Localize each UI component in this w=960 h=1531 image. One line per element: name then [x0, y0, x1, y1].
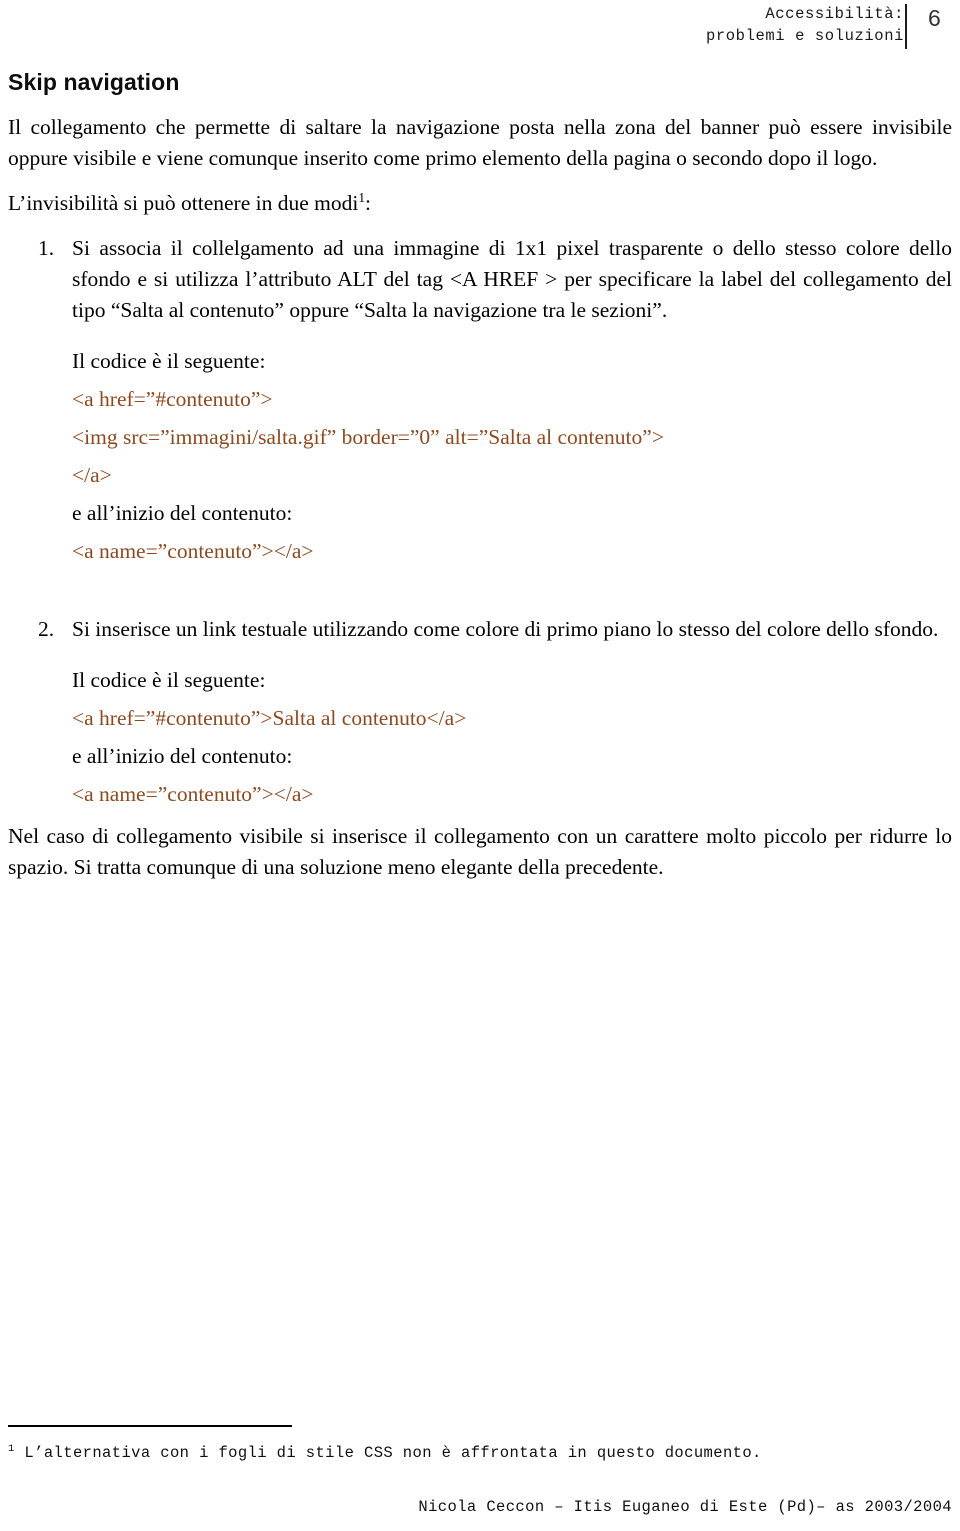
- code-line: <img src=”immagini/salta.gif” border=”0”…: [72, 425, 664, 449]
- anchor-intro-label: e all’inizio del contenuto:: [72, 744, 293, 768]
- anchor-code-line: <a name=”contenuto”></a>: [72, 782, 314, 806]
- footer-credit: Nicola Ceccon – Itis Euganeo di Este (Pd…: [418, 1498, 952, 1516]
- list-item-marker: 2.: [38, 617, 55, 641]
- page-title: Skip navigation: [8, 69, 180, 95]
- steps-list: 1. Si associa il collelgamento ad una im…: [8, 233, 952, 813]
- list-item: 2. Si inserisce un link testuale utilizz…: [8, 614, 952, 813]
- list-item: 1. Si associa il collelgamento ad una im…: [8, 233, 952, 570]
- code-intro-label: Il codice è il seguente:: [72, 668, 266, 692]
- footnote-marker: 1: [8, 1442, 15, 1455]
- footnote-reference-marker: 1: [358, 189, 366, 205]
- list-item-text: Si associa il collelgamento ad una immag…: [72, 236, 952, 322]
- modes-lead-paragraph: L’invisibilità si può ottenere in due mo…: [8, 188, 952, 219]
- code-block-group: Il codice è il seguente: <a href=”#conte…: [72, 661, 952, 813]
- modes-lead-colon: :: [365, 191, 371, 215]
- code-line: </a>: [72, 463, 112, 487]
- list-item-marker: 1.: [38, 236, 55, 260]
- footnote-separator-rule: [8, 1424, 292, 1427]
- page-content: Skip navigation Il collegamento che perm…: [8, 68, 952, 883]
- modes-lead-text: L’invisibilità si può ottenere in due mo…: [8, 191, 359, 215]
- code-intro-label: Il codice è il seguente:: [72, 349, 266, 373]
- document-page: Accessibilità: problemi e soluzioni 6 Sk…: [0, 0, 960, 1531]
- page-header: Accessibilità: problemi e soluzioni 6: [0, 0, 960, 58]
- closing-paragraph: Nel caso di collegamento visibile si ins…: [8, 824, 952, 879]
- footnote-body: L’alternativa con i fogli di stile CSS n…: [14, 1444, 762, 1462]
- code-line: <a href=”#contenuto”>: [72, 387, 273, 411]
- code-block-group: Il codice è il seguente: <a href=”#conte…: [72, 342, 952, 570]
- intro-paragraph: Il collegamento che permette di saltare …: [8, 115, 952, 170]
- page-number: 6: [928, 5, 941, 31]
- header-divider-line: [905, 4, 907, 49]
- footnote-area: 1 L’alternativa con i fogli di stile CSS…: [8, 1424, 952, 1531]
- list-item-text: Si inserisce un link testuale utilizzand…: [72, 617, 939, 641]
- anchor-intro-label: e all’inizio del contenuto:: [72, 501, 293, 525]
- anchor-code-line: <a name=”contenuto”></a>: [72, 539, 314, 563]
- code-line: <a href=”#contenuto”>Salta al contenuto<…: [72, 706, 467, 730]
- header-title: Accessibilità: problemi e soluzioni: [705, 5, 904, 45]
- footnote-text: 1 L’alternativa con i fogli di stile CSS…: [8, 1437, 952, 1465]
